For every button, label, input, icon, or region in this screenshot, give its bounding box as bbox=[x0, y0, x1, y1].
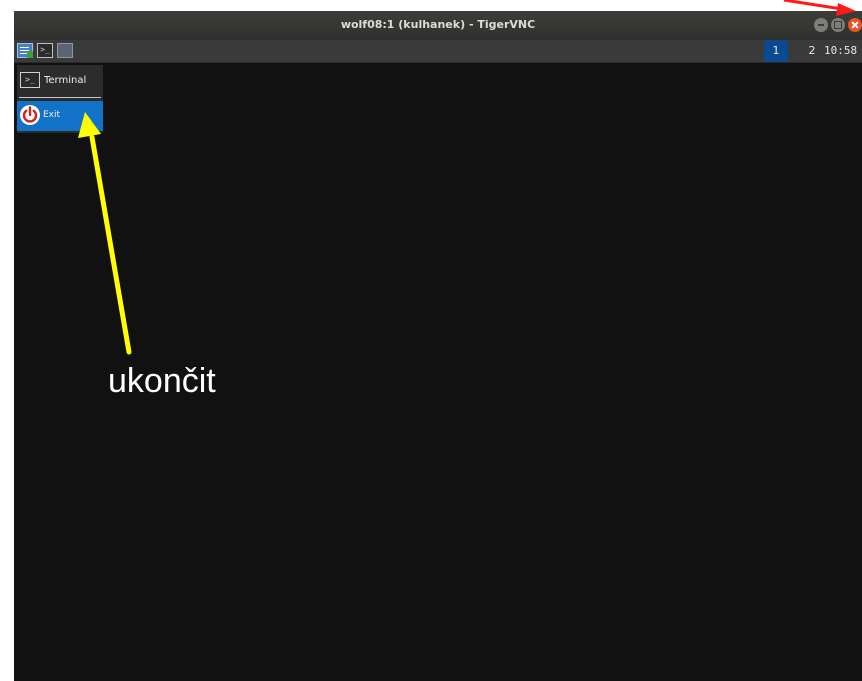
power-icon bbox=[20, 105, 40, 125]
panel-clock: 10:58 bbox=[824, 44, 858, 57]
menu-item-exit[interactable]: Exit bbox=[17, 101, 103, 131]
workspace-1-button[interactable]: 1 bbox=[764, 40, 788, 62]
window-titlebar[interactable]: wolf08:1 (kulhanek) - TigerVNC bbox=[14, 11, 862, 41]
annotation-label: ukončit bbox=[108, 362, 216, 400]
show-desktop-icon[interactable] bbox=[57, 43, 73, 58]
menu-separator bbox=[19, 97, 101, 98]
window-title: wolf08:1 (kulhanek) - TigerVNC bbox=[340, 18, 536, 31]
top-panel: >_ 1 2 10:58 bbox=[14, 40, 862, 63]
app-menu-icon[interactable] bbox=[17, 43, 33, 58]
app-menu: >_ Terminal Exit bbox=[17, 65, 103, 133]
terminal-icon: >_ bbox=[20, 72, 40, 88]
menu-item-label: Exit bbox=[43, 110, 61, 120]
menu-item-terminal[interactable]: >_ Terminal bbox=[17, 67, 103, 97]
menu-item-label: Terminal bbox=[44, 75, 87, 86]
screenshot-page: wolf08:1 (kulhanek) - TigerVNC >_ 1 2 10… bbox=[0, 0, 862, 681]
terminal-icon[interactable]: >_ bbox=[37, 43, 53, 58]
vnc-window: wolf08:1 (kulhanek) - TigerVNC >_ 1 2 10… bbox=[14, 11, 862, 681]
minimize-icon[interactable] bbox=[814, 18, 828, 32]
close-icon[interactable] bbox=[848, 18, 862, 32]
maximize-icon[interactable] bbox=[831, 18, 845, 32]
workspace-2-button[interactable]: 2 bbox=[806, 40, 818, 62]
